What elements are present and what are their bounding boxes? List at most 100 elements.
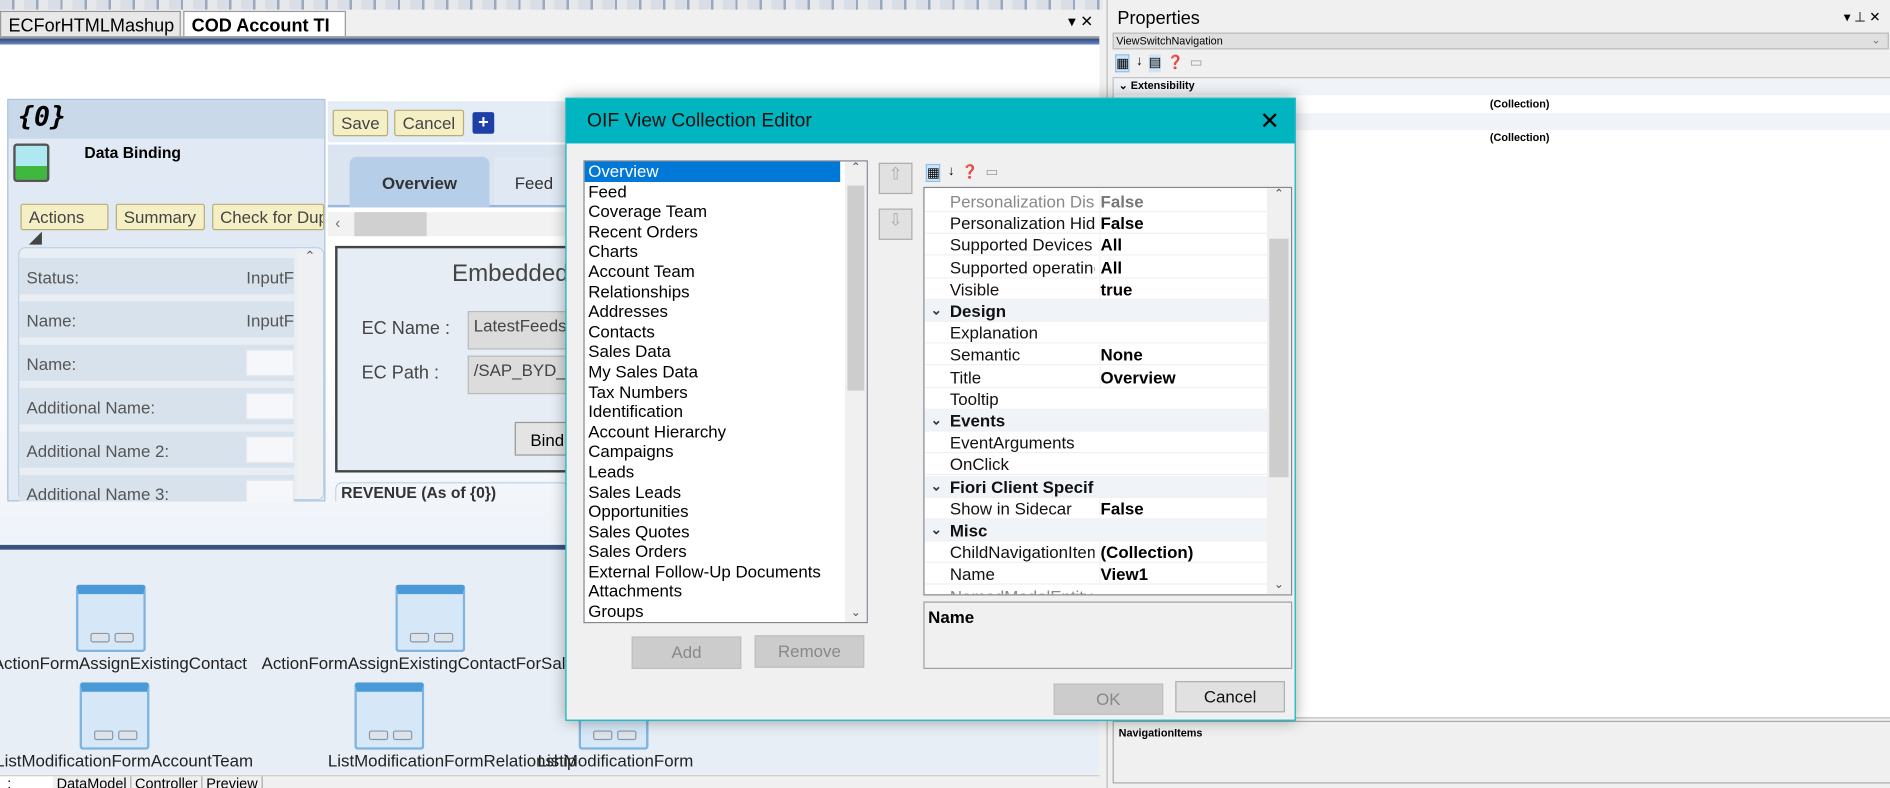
grid-row[interactable]: Supported operating All [924, 256, 1267, 278]
move-up-button[interactable]: ⇧ [878, 162, 913, 195]
property-value[interactable]: (Collection) [1490, 98, 1550, 110]
bottom-tab-datamodel[interactable]: DataModel [53, 776, 132, 788]
bind-button[interactable]: Bind [514, 421, 572, 456]
list-item[interactable]: Account Hierarchy [585, 422, 867, 442]
sort-alpha-icon[interactable]: ↓ [948, 164, 955, 182]
list-item[interactable]: Feed [585, 182, 867, 202]
doc-tab-cod-account[interactable]: COD Account TI [183, 10, 346, 37]
chevron-down-icon[interactable]: ⌄ [931, 476, 942, 498]
property-value[interactable]: View1 [1099, 563, 1148, 586]
grid-scrollbar[interactable]: ⌃ ⌄ [1266, 188, 1291, 595]
ec-path-field[interactable]: /SAP_BYD_A [467, 355, 572, 395]
list-item[interactable]: Sales Orders [585, 542, 867, 562]
component-label[interactable]: ActionFormAssignExistingContact [0, 653, 247, 672]
property-value[interactable]: False [1099, 190, 1144, 213]
grid-row[interactable]: OnClick [924, 454, 1267, 476]
property-value[interactable]: Overview [1099, 365, 1176, 388]
component-label[interactable]: ListModificationForm [538, 751, 694, 770]
list-item[interactable]: Account Team [585, 262, 867, 282]
grid-category[interactable]: ⌄ Design [924, 300, 1267, 322]
grid-row[interactable]: NamedModelEntity [925, 585, 1267, 595]
form-scrollbar[interactable]: ⌃ [296, 248, 324, 500]
form-input[interactable] [245, 349, 295, 377]
actions-button[interactable]: Actions ◢ [20, 203, 109, 246]
chevron-down-icon[interactable]: ⌄ [931, 520, 942, 542]
tab-feed[interactable]: Feed [494, 156, 567, 205]
properties-icon[interactable]: ▤ [1148, 54, 1162, 73]
chevron-down-icon[interactable]: ⌄ [931, 300, 942, 322]
property-pages-icon[interactable]: ▭ [986, 164, 999, 182]
form-input[interactable] [245, 436, 295, 463]
object-selector[interactable]: ViewSwitchNavigation ⌄ [1112, 32, 1889, 50]
sort-alpha-icon[interactable]: ↓ [1136, 54, 1143, 72]
add-button[interactable]: Add [631, 636, 742, 669]
categorized-icon[interactable]: ▦ [1114, 54, 1130, 73]
list-scrollbar[interactable]: ⌃ ⌄ [844, 161, 867, 622]
help-icon[interactable]: ❓ [962, 164, 979, 182]
grid-row[interactable]: Supported Devices All [924, 234, 1267, 257]
bottom-tab-preview[interactable]: Preview [203, 776, 263, 788]
list-item[interactable]: Contacts [585, 322, 867, 342]
summary-button[interactable]: Summary [115, 203, 205, 231]
grid-row[interactable]: Semantic None [924, 344, 1267, 366]
property-value[interactable]: All [1099, 234, 1122, 257]
property-value[interactable]: (Collection) [1099, 541, 1193, 564]
property-value[interactable]: All [1099, 256, 1122, 278]
list-item[interactable]: Sales Leads [585, 482, 867, 502]
doc-close-icon[interactable]: ▾ ✕ [1068, 12, 1093, 31]
property-value[interactable]: None [1099, 344, 1143, 366]
chevron-down-icon[interactable]: ⌄ [931, 410, 942, 432]
component-label[interactable]: ListModificationFormAccountTeam [0, 751, 253, 770]
grid-row[interactable]: Personalization Hidd False [924, 212, 1267, 235]
list-item[interactable]: Overview [584, 161, 841, 182]
grid-row[interactable]: Name View1 [924, 563, 1267, 586]
property-value[interactable]: (Collection) [1490, 131, 1550, 143]
categorized-icon[interactable]: ▦ [925, 163, 941, 183]
properties-window-controls[interactable]: ▾ ⊥ ✕ [1844, 10, 1881, 25]
tab-overview[interactable]: Overview [349, 156, 490, 208]
list-item[interactable]: Coverage Team [585, 202, 867, 222]
grid-row[interactable]: EventArguments [924, 432, 1267, 454]
remove-button[interactable]: Remove [754, 635, 865, 668]
component-label[interactable]: ActionFormAssignExistingContactForSales [262, 653, 584, 672]
grid-category[interactable]: ⌄ Misc [924, 519, 1267, 542]
form-input[interactable] [245, 479, 295, 502]
grid-row[interactable]: Explanation [924, 322, 1267, 344]
ok-button[interactable]: OK [1053, 683, 1164, 715]
tab-scroll-thumb[interactable] [354, 212, 427, 237]
help-icon[interactable]: ❓ [1167, 54, 1184, 72]
list-item[interactable]: Opportunities [585, 502, 867, 522]
list-item[interactable]: Charts [585, 242, 867, 262]
property-grid[interactable]: Personalization Disa False Personalization… [923, 186, 1293, 596]
property-value[interactable]: true [1099, 278, 1132, 300]
list-item[interactable]: My Sales Data [585, 362, 867, 382]
grid-row[interactable]: Personalization Disa False [924, 190, 1267, 213]
grid-category[interactable]: ⌄ Events [924, 409, 1267, 432]
bottom-tab-controller[interactable]: Controller [131, 776, 203, 788]
add-icon[interactable]: + [472, 112, 495, 134]
dialog-close-icon[interactable]: ✕ [1260, 106, 1280, 136]
dialog-cancel-button[interactable]: Cancel [1175, 681, 1285, 713]
list-item[interactable]: Tax Numbers [585, 382, 867, 402]
form-icon[interactable] [79, 682, 150, 750]
grid-row[interactable]: Show in Sidecar False [924, 497, 1267, 520]
form-icon[interactable] [395, 584, 466, 653]
grid-row[interactable]: Visible true [924, 278, 1267, 300]
grid-row[interactable]: Title Overview [924, 365, 1267, 388]
list-item[interactable]: Sales Quotes [585, 522, 867, 542]
save-button[interactable]: Save [332, 109, 389, 137]
check-duplicates-button[interactable]: Check for Dup [211, 203, 325, 231]
list-item[interactable]: Attachments [585, 582, 867, 602]
form-icon[interactable] [354, 682, 425, 750]
views-listbox[interactable]: Overview Feed Coverage Team Recent Orders Ch… [583, 160, 868, 624]
grid-row[interactable]: Tooltip [924, 388, 1267, 410]
grid-category[interactable]: ⌄ Fiori Client Specific [924, 475, 1267, 498]
property-pages-icon[interactable]: ▭ [1190, 54, 1203, 72]
list-item[interactable]: Identification [585, 402, 867, 422]
bottom-tab-designer[interactable]: : [0, 776, 54, 788]
list-item[interactable]: Groups [585, 602, 867, 622]
list-item[interactable]: External Follow-Up Documents [585, 562, 867, 582]
list-item[interactable]: Sales Data [585, 342, 867, 362]
grid-row[interactable]: ChildNavigationItem (Collection) [924, 541, 1267, 564]
doc-tab-ecforhtmlmashup[interactable]: ECForHTMLMashup [0, 10, 181, 37]
